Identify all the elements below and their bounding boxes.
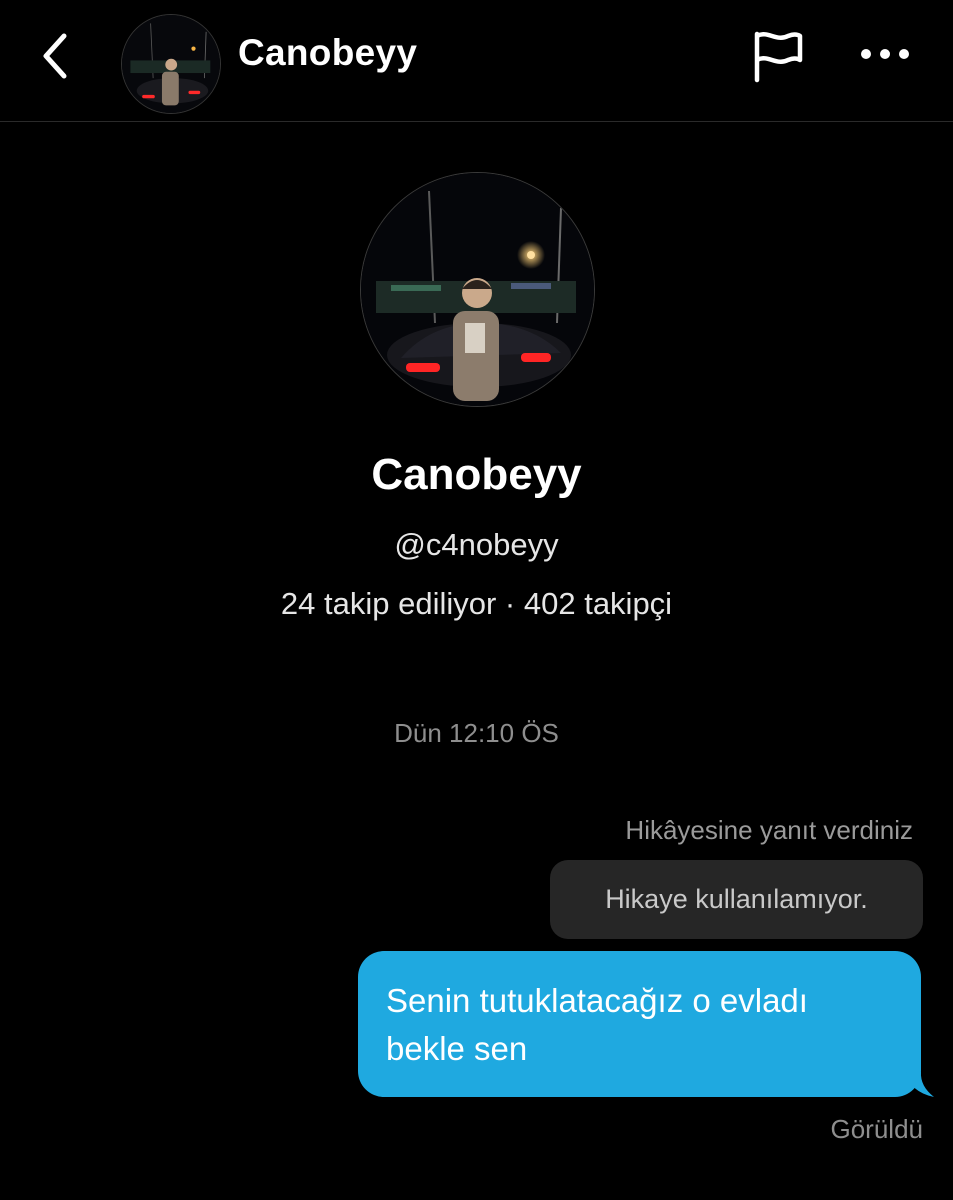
profile-handle: @c4nobeyy: [394, 527, 559, 562]
story-reply-note: Hikâyesine yanıt verdiniz: [625, 815, 913, 845]
back-button[interactable]: [30, 28, 80, 84]
profile-photo: [122, 15, 220, 113]
top-bar: Canobeyy: [0, 0, 953, 122]
flag-icon: [754, 31, 803, 83]
avatar[interactable]: [121, 14, 221, 114]
more-options-button[interactable]: [855, 34, 915, 74]
header-title: Canobeyy: [238, 32, 418, 73]
more-horizontal-icon: [861, 49, 909, 59]
story-unavailable-text: Hikaye kullanılamıyor.: [605, 884, 868, 914]
sent-message-bubble[interactable]: Senin tutuklatacağız o evladı bekle sen: [358, 951, 921, 1097]
message-text-line-1: Senin tutuklatacağız o evladı: [386, 982, 808, 1019]
profile-photo-large: [361, 173, 594, 406]
story-unavailable-bubble[interactable]: Hikaye kullanılamıyor.: [550, 860, 923, 939]
chevron-left-icon: [43, 33, 67, 79]
profile-avatar-large[interactable]: [360, 172, 595, 407]
message-text-line-2: bekle sen: [386, 1030, 528, 1067]
follow-stats: 24 takip ediliyor · 402 takipçi: [280, 586, 673, 621]
report-button[interactable]: [748, 28, 808, 84]
profile-name: Canobeyy: [371, 450, 582, 499]
message-bubble-tail: [906, 1072, 934, 1097]
message-timestamp: Dün 12:10 ÖS: [394, 718, 559, 748]
seen-status: Görüldü: [830, 1114, 924, 1144]
